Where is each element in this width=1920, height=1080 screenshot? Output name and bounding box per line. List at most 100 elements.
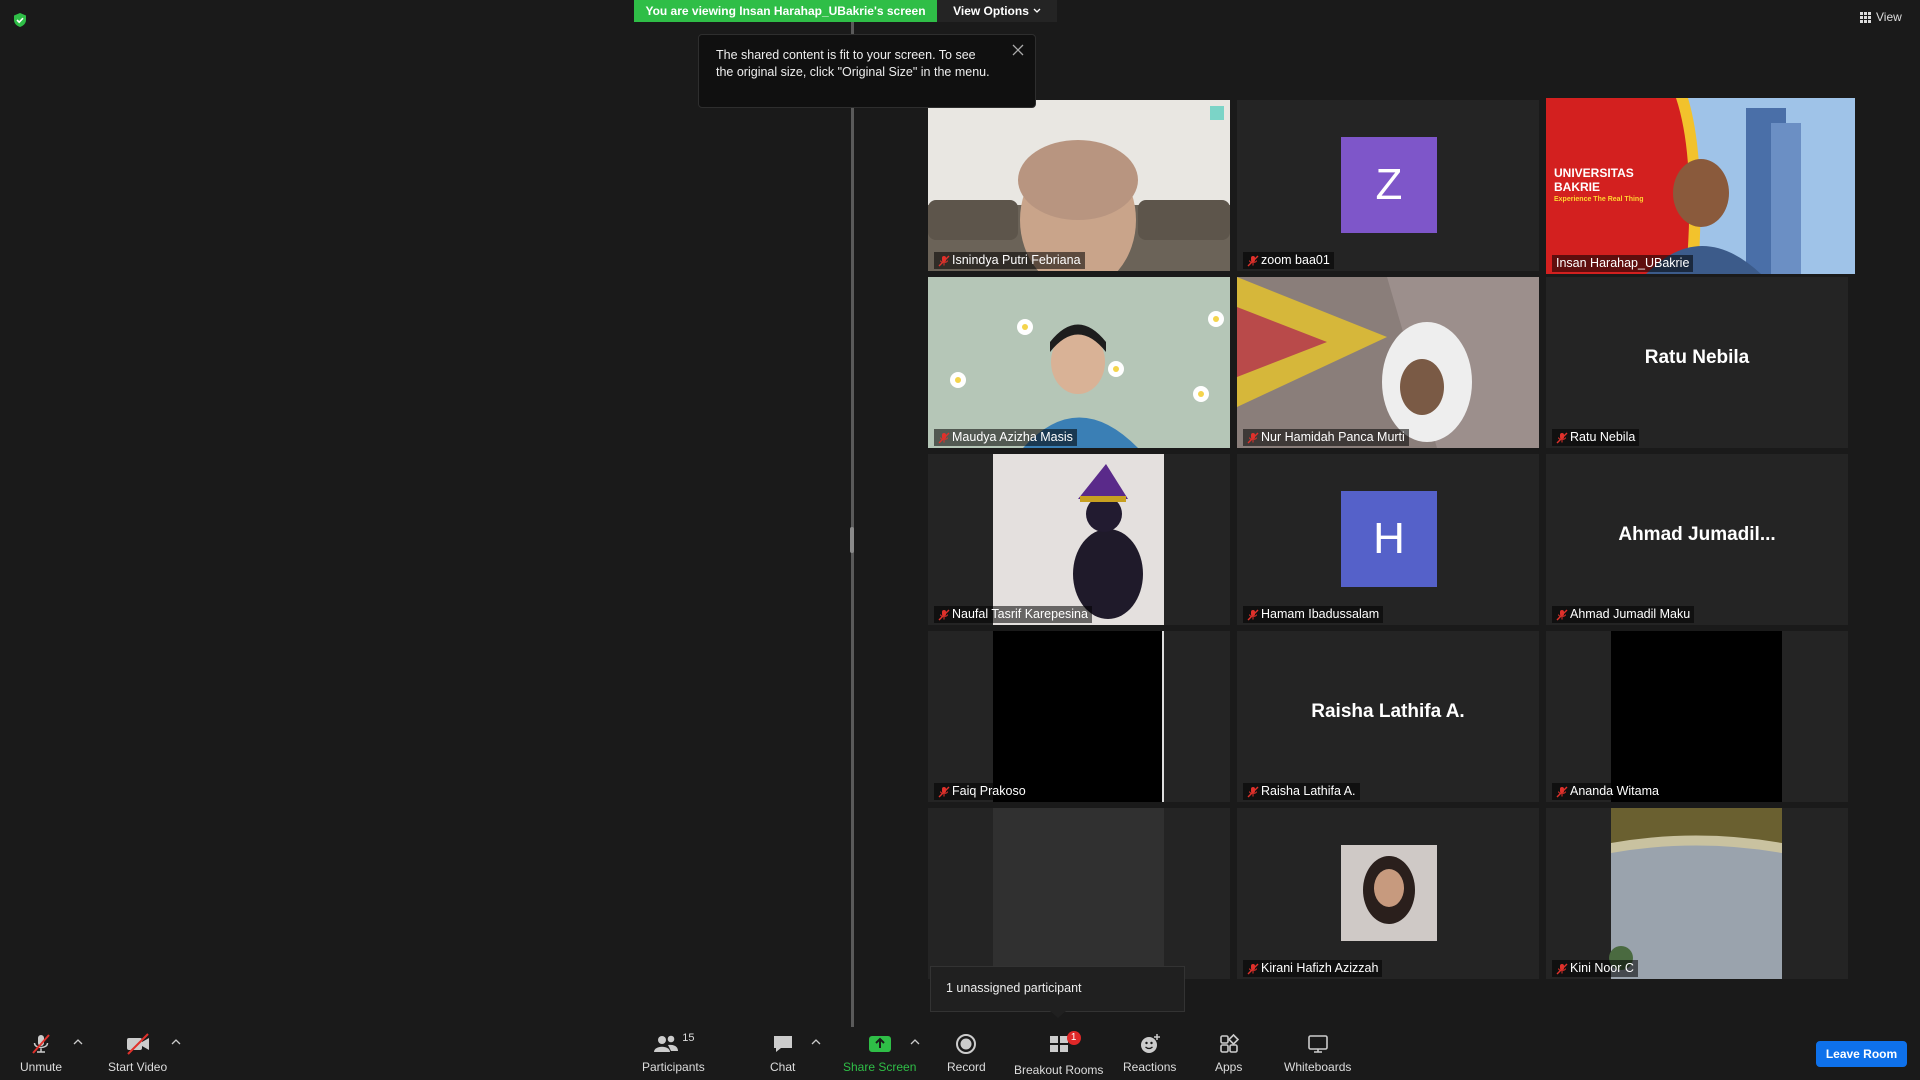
participant-video [928,100,1230,271]
record-icon [956,1034,977,1054]
participant-name-label: Kini Noor C [1552,960,1638,977]
popup-pointer [1050,1011,1066,1018]
video-tile[interactable]: H Hamam Ibadussalam [1237,454,1539,625]
muted-microphone-icon [32,1034,50,1054]
muted-mic-icon [1556,432,1568,444]
chevron-up-icon[interactable] [171,1038,181,1046]
tooltip-text: The shared content is fit to your screen… [716,48,990,79]
muted-mic-icon [1556,963,1568,975]
video-tile[interactable]: Raisha Lathifa A. Raisha Lathifa A. [1237,631,1539,802]
close-icon[interactable] [1011,43,1025,57]
muted-mic-icon [1247,255,1259,267]
muted-mic-icon [1556,786,1568,798]
participant-video [1237,277,1539,448]
participant-video [993,808,1164,979]
chevron-down-icon [1033,8,1041,13]
apps-button[interactable]: Apps [1215,1032,1242,1074]
video-tile[interactable]: Ahmad Jumadil... Ahmad Jumadil Maku [1546,454,1848,625]
participant-name-label: Faiq Prakoso [934,783,1030,800]
participant-video [928,277,1230,448]
chevron-up-icon[interactable] [73,1038,83,1046]
participant-name-label: Raisha Lathifa A. [1243,783,1360,800]
participant-avatar: H [1341,491,1437,587]
video-tile[interactable]: Ananda Witama [1546,631,1848,802]
view-layout-button[interactable]: View [1860,10,1902,24]
video-tile[interactable]: Ratu Nebila Ratu Nebila [1546,277,1848,448]
security-shield-icon[interactable] [12,12,28,28]
view-label: View [1876,10,1902,24]
chat-bubble-icon [773,1036,792,1052]
video-tile[interactable]: Nur Hamidah Panca Murti [1237,277,1539,448]
breakout-notification-badge: 1 [1066,1031,1081,1045]
participant-name-label: Insan Harahap_UBakrie [1552,255,1694,272]
view-options-label: View Options [953,4,1029,18]
participants-icon [654,1035,679,1052]
smiley-plus-icon [1140,1034,1160,1053]
participant-video [993,631,1164,802]
video-tile[interactable]: Faiq Prakoso [928,631,1230,802]
chevron-up-icon[interactable] [910,1038,920,1046]
video-tile[interactable]: Maudya Azizha Masis [928,277,1230,448]
whiteboard-icon [1307,1035,1328,1053]
apps-icon [1219,1033,1239,1053]
breakout-rooms-button[interactable]: 1 Breakout Rooms [1014,1031,1103,1077]
video-off-icon [126,1033,149,1055]
chevron-up-icon[interactable] [811,1038,821,1046]
fit-to-screen-tooltip: The shared content is fit to your screen… [698,34,1036,108]
participant-display-name: Ahmad Jumadil... [1618,524,1776,545]
muted-mic-icon [938,255,950,267]
participant-name-label: Ratu Nebila [1552,429,1640,446]
muted-mic-icon [938,609,950,621]
participant-name-label: Maudya Azizha Masis [934,429,1077,446]
participants-icon-group: 15 [652,1032,694,1060]
record-button[interactable]: Record [947,1032,986,1074]
participant-video [1609,808,1782,979]
video-tile[interactable]: Z zoom baa01 [1237,100,1539,271]
participants-count: 15 [682,1032,695,1044]
participants-button[interactable]: 15 Participants [642,1032,705,1074]
participant-name-label: zoom baa01 [1243,252,1334,269]
muted-mic-icon [1247,432,1259,444]
chat-button[interactable]: Chat [770,1032,795,1074]
divider-drag-handle[interactable] [850,527,854,553]
video-tile[interactable] [928,808,1230,979]
participant-name-label: Ahmad Jumadil Maku [1552,606,1695,623]
video-tile[interactable]: Naufal Tasrif Karepesina [928,454,1230,625]
share-screen-button[interactable]: Share Screen [843,1032,916,1074]
participant-name-label: Nur Hamidah Panca Murti [1243,429,1409,446]
participant-video [993,454,1164,625]
participant-avatar: Z [1341,137,1437,233]
participant-name-label: Kirani Hafizh Azizzah [1243,960,1383,977]
muted-mic-icon [938,432,950,444]
muted-mic-icon [1556,609,1568,621]
grid-icon [1860,11,1871,23]
muted-mic-icon [1247,786,1259,798]
participant-video [1611,631,1782,802]
viewing-screen-banner: You are viewing Insan Harahap_UBakrie's … [634,0,937,22]
whiteboards-button[interactable]: Whiteboards [1284,1032,1351,1074]
video-tile[interactable]: Kini Noor C [1546,808,1848,979]
participant-name-label: Isnindya Putri Febriana [934,252,1085,269]
participant-name-label: Hamam Ibadussalam [1243,606,1384,623]
reactions-button[interactable]: Reactions [1123,1032,1176,1074]
participant-name-label: Naufal Tasrif Karepesina [934,606,1092,623]
slide-title: UNIVERSITAS BAKRIE Experience The Real T… [1554,166,1644,203]
participant-display-name: Ratu Nebila [1644,347,1750,368]
view-options-button[interactable]: View Options [937,0,1057,22]
muted-mic-icon [938,786,950,798]
breakout-rooms-icon-group: 1 [1047,1031,1081,1063]
muted-mic-icon [1247,609,1259,621]
participant-video [1341,845,1437,941]
start-video-button[interactable]: Start Video [108,1032,167,1074]
unmute-button[interactable]: Unmute [20,1032,62,1074]
participant-name-label: Ananda Witama [1552,783,1663,800]
active-speaker-tile[interactable]: UNIVERSITAS BAKRIE Experience The Real T… [1546,98,1855,274]
muted-mic-icon [1247,963,1259,975]
video-tile[interactable]: Isnindya Putri Febriana [928,100,1230,271]
participant-display-name: Raisha Lathifa A. [1311,701,1465,722]
leave-room-button[interactable]: Leave Room [1816,1041,1907,1067]
share-screen-icon [868,1036,891,1052]
split-divider[interactable] [851,22,854,1027]
video-tile[interactable]: Kirani Hafizh Azizzah [1237,808,1539,979]
unassigned-participant-popup[interactable]: 1 unassigned participant [930,966,1185,1012]
